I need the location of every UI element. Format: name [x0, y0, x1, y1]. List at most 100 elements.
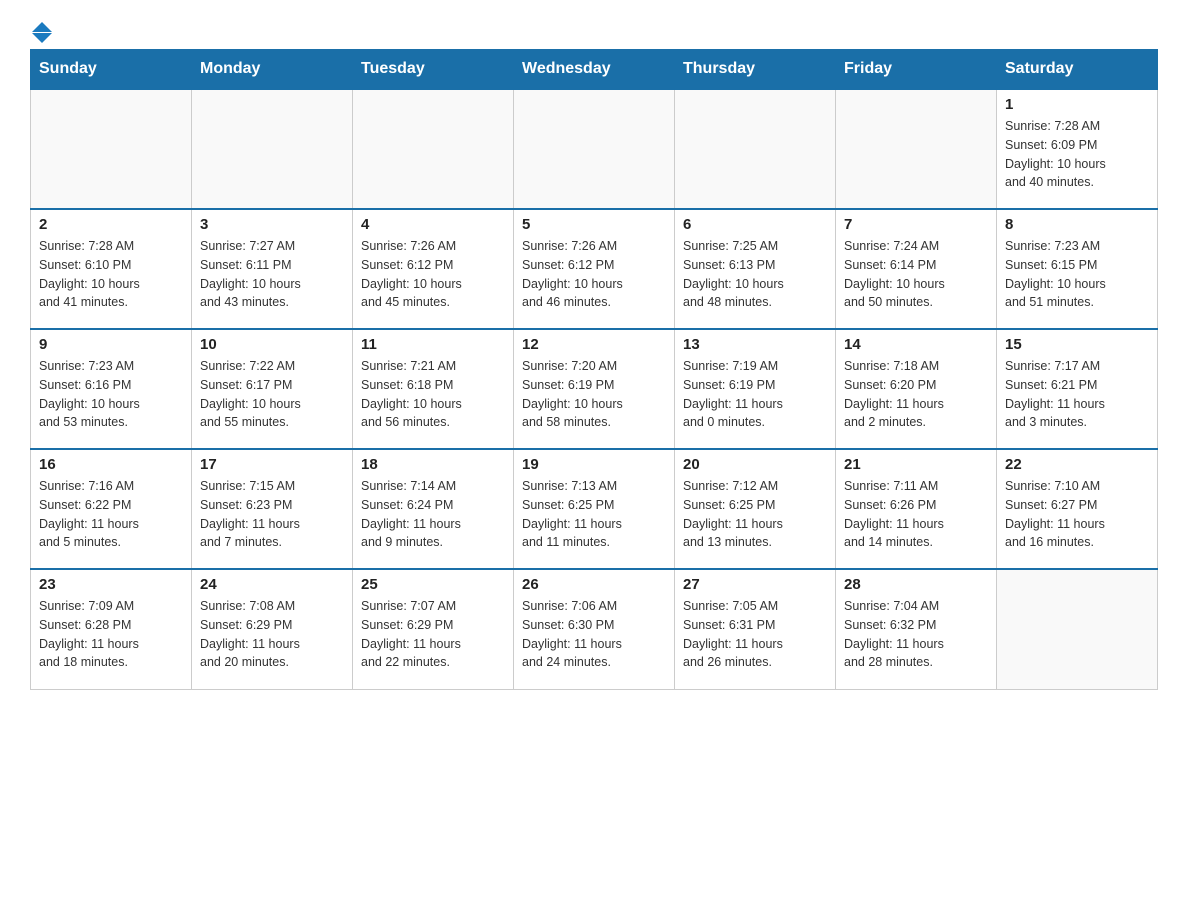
- header-monday: Monday: [192, 50, 353, 90]
- calendar-cell: 25 Sunrise: 7:07 AM Sunset: 6:29 PM Dayli…: [353, 569, 514, 689]
- day-info: Sunrise: 7:10 AM Sunset: 6:27 PM Dayligh…: [1005, 477, 1149, 552]
- calendar-cell: 7 Sunrise: 7:24 AM Sunset: 6:14 PM Daylig…: [836, 209, 997, 329]
- day-number: 25: [361, 576, 505, 593]
- day-info: Sunrise: 7:13 AM Sunset: 6:25 PM Dayligh…: [522, 477, 666, 552]
- day-info: Sunrise: 7:11 AM Sunset: 6:26 PM Dayligh…: [844, 477, 988, 552]
- day-info: Sunrise: 7:07 AM Sunset: 6:29 PM Dayligh…: [361, 597, 505, 672]
- calendar-cell: [514, 89, 675, 209]
- day-number: 9: [39, 336, 183, 353]
- page-header: [30, 20, 1158, 39]
- day-number: 3: [200, 216, 344, 233]
- week-row-2: 2 Sunrise: 7:28 AM Sunset: 6:10 PM Daylig…: [31, 209, 1158, 329]
- header-sunday: Sunday: [31, 50, 192, 90]
- day-number: 6: [683, 216, 827, 233]
- calendar-cell: 15 Sunrise: 7:17 AM Sunset: 6:21 PM Dayli…: [997, 329, 1158, 449]
- logo: [30, 20, 52, 39]
- day-info: Sunrise: 7:15 AM Sunset: 6:23 PM Dayligh…: [200, 477, 344, 552]
- calendar-cell: 5 Sunrise: 7:26 AM Sunset: 6:12 PM Daylig…: [514, 209, 675, 329]
- day-number: 7: [844, 216, 988, 233]
- calendar-cell: 11 Sunrise: 7:21 AM Sunset: 6:18 PM Dayli…: [353, 329, 514, 449]
- day-info: Sunrise: 7:27 AM Sunset: 6:11 PM Dayligh…: [200, 237, 344, 312]
- calendar-cell: 10 Sunrise: 7:22 AM Sunset: 6:17 PM Dayli…: [192, 329, 353, 449]
- header-thursday: Thursday: [675, 50, 836, 90]
- day-info: Sunrise: 7:16 AM Sunset: 6:22 PM Dayligh…: [39, 477, 183, 552]
- calendar-cell: 26 Sunrise: 7:06 AM Sunset: 6:30 PM Dayli…: [514, 569, 675, 689]
- day-number: 20: [683, 456, 827, 473]
- day-number: 10: [200, 336, 344, 353]
- calendar-cell: 14 Sunrise: 7:18 AM Sunset: 6:20 PM Dayli…: [836, 329, 997, 449]
- week-row-4: 16 Sunrise: 7:16 AM Sunset: 6:22 PM Dayli…: [31, 449, 1158, 569]
- calendar-cell: 22Sunrise: 7:10 AM Sunset: 6:27 PM Dayli…: [997, 449, 1158, 569]
- calendar-cell: 3 Sunrise: 7:27 AM Sunset: 6:11 PM Daylig…: [192, 209, 353, 329]
- header-tuesday: Tuesday: [353, 50, 514, 90]
- calendar-cell: 17 Sunrise: 7:15 AM Sunset: 6:23 PM Dayli…: [192, 449, 353, 569]
- calendar-cell: [353, 89, 514, 209]
- day-number: 4: [361, 216, 505, 233]
- header-friday: Friday: [836, 50, 997, 90]
- day-info: Sunrise: 7:08 AM Sunset: 6:29 PM Dayligh…: [200, 597, 344, 672]
- calendar-cell: [836, 89, 997, 209]
- day-info: Sunrise: 7:17 AM Sunset: 6:21 PM Dayligh…: [1005, 357, 1149, 432]
- calendar-cell: [675, 89, 836, 209]
- calendar-cell: 18Sunrise: 7:14 AM Sunset: 6:24 PM Dayli…: [353, 449, 514, 569]
- day-info: Sunrise: 7:24 AM Sunset: 6:14 PM Dayligh…: [844, 237, 988, 312]
- day-number: 13: [683, 336, 827, 353]
- calendar-cell: 16 Sunrise: 7:16 AM Sunset: 6:22 PM Dayli…: [31, 449, 192, 569]
- day-info: Sunrise: 7:26 AM Sunset: 6:12 PM Dayligh…: [522, 237, 666, 312]
- day-number: 1: [1005, 96, 1149, 113]
- day-number: 14: [844, 336, 988, 353]
- day-number: 12: [522, 336, 666, 353]
- day-info: Sunrise: 7:09 AM Sunset: 6:28 PM Dayligh…: [39, 597, 183, 672]
- day-number: 23: [39, 576, 183, 593]
- calendar-cell: 23 Sunrise: 7:09 AM Sunset: 6:28 PM Dayli…: [31, 569, 192, 689]
- calendar-cell: 1 Sunrise: 7:28 AM Sunset: 6:09 PM Daylig…: [997, 89, 1158, 209]
- header-wednesday: Wednesday: [514, 50, 675, 90]
- day-info: Sunrise: 7:04 AM Sunset: 6:32 PM Dayligh…: [844, 597, 988, 672]
- day-number: 21: [844, 456, 988, 473]
- day-number: 26: [522, 576, 666, 593]
- day-info: Sunrise: 7:28 AM Sunset: 6:10 PM Dayligh…: [39, 237, 183, 312]
- calendar-cell: 20 Sunrise: 7:12 AM Sunset: 6:25 PM Dayli…: [675, 449, 836, 569]
- calendar-cell: 12 Sunrise: 7:20 AM Sunset: 6:19 PM Dayli…: [514, 329, 675, 449]
- calendar-cell: 24 Sunrise: 7:08 AM Sunset: 6:29 PM Dayli…: [192, 569, 353, 689]
- day-number: 5: [522, 216, 666, 233]
- day-info: Sunrise: 7:19 AM Sunset: 6:19 PM Dayligh…: [683, 357, 827, 432]
- header-saturday: Saturday: [997, 50, 1158, 90]
- day-info: Sunrise: 7:18 AM Sunset: 6:20 PM Dayligh…: [844, 357, 988, 432]
- day-info: Sunrise: 7:14 AM Sunset: 6:24 PM Dayligh…: [361, 477, 505, 552]
- calendar-cell: [997, 569, 1158, 689]
- day-info: Sunrise: 7:23 AM Sunset: 6:15 PM Dayligh…: [1005, 237, 1149, 312]
- week-row-5: 23 Sunrise: 7:09 AM Sunset: 6:28 PM Dayli…: [31, 569, 1158, 689]
- day-info: Sunrise: 7:06 AM Sunset: 6:30 PM Dayligh…: [522, 597, 666, 672]
- day-info: Sunrise: 7:23 AM Sunset: 6:16 PM Dayligh…: [39, 357, 183, 432]
- calendar-table: SundayMondayTuesdayWednesdayThursdayFrid…: [30, 49, 1158, 690]
- week-row-3: 9 Sunrise: 7:23 AM Sunset: 6:16 PM Daylig…: [31, 329, 1158, 449]
- day-info: Sunrise: 7:21 AM Sunset: 6:18 PM Dayligh…: [361, 357, 505, 432]
- day-number: 28: [844, 576, 988, 593]
- day-number: 15: [1005, 336, 1149, 353]
- day-info: Sunrise: 7:22 AM Sunset: 6:17 PM Dayligh…: [200, 357, 344, 432]
- day-info: Sunrise: 7:12 AM Sunset: 6:25 PM Dayligh…: [683, 477, 827, 552]
- calendar-cell: [192, 89, 353, 209]
- day-number: 8: [1005, 216, 1149, 233]
- calendar-cell: 27 Sunrise: 7:05 AM Sunset: 6:31 PM Dayli…: [675, 569, 836, 689]
- day-info: Sunrise: 7:28 AM Sunset: 6:09 PM Dayligh…: [1005, 117, 1149, 192]
- day-info: Sunrise: 7:05 AM Sunset: 6:31 PM Dayligh…: [683, 597, 827, 672]
- calendar-cell: [31, 89, 192, 209]
- day-number: 11: [361, 336, 505, 353]
- calendar-cell: 4 Sunrise: 7:26 AM Sunset: 6:12 PM Daylig…: [353, 209, 514, 329]
- day-number: 27: [683, 576, 827, 593]
- day-info: Sunrise: 7:20 AM Sunset: 6:19 PM Dayligh…: [522, 357, 666, 432]
- day-info: Sunrise: 7:25 AM Sunset: 6:13 PM Dayligh…: [683, 237, 827, 312]
- day-number: 16: [39, 456, 183, 473]
- day-number: 17: [200, 456, 344, 473]
- calendar-header-row: SundayMondayTuesdayWednesdayThursdayFrid…: [31, 50, 1158, 90]
- day-number: 2: [39, 216, 183, 233]
- calendar-cell: 21 Sunrise: 7:11 AM Sunset: 6:26 PM Dayli…: [836, 449, 997, 569]
- calendar-cell: 9 Sunrise: 7:23 AM Sunset: 6:16 PM Daylig…: [31, 329, 192, 449]
- calendar-cell: 2 Sunrise: 7:28 AM Sunset: 6:10 PM Daylig…: [31, 209, 192, 329]
- day-info: Sunrise: 7:26 AM Sunset: 6:12 PM Dayligh…: [361, 237, 505, 312]
- day-number: 24: [200, 576, 344, 593]
- calendar-cell: 6 Sunrise: 7:25 AM Sunset: 6:13 PM Daylig…: [675, 209, 836, 329]
- calendar-cell: 13 Sunrise: 7:19 AM Sunset: 6:19 PM Dayli…: [675, 329, 836, 449]
